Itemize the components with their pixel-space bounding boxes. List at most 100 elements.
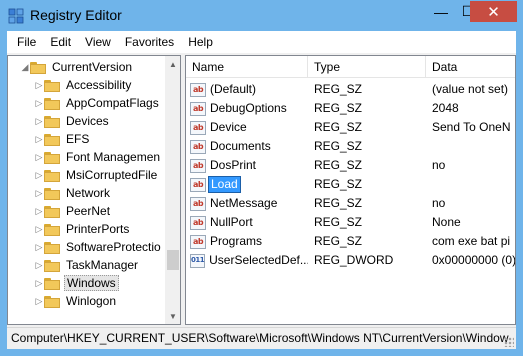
tree-item[interactable]: ▷ Font Managemen — [34, 148, 162, 166]
collapsed-arrow-icon[interactable]: ▷ — [34, 220, 44, 238]
value-name: (Default) — [210, 82, 257, 96]
column-header-name[interactable]: Name — [186, 56, 308, 78]
string-value-icon: ab — [190, 234, 206, 249]
folder-icon — [44, 241, 60, 254]
value-name-cell: ab Device — [190, 118, 308, 137]
title-bar[interactable]: Registry Editor — ☐ ✕ — [0, 0, 523, 31]
tree-item[interactable]: ▷ Devices — [34, 112, 111, 130]
list-item[interactable]: ab NetMessage REG_SZ no — [186, 194, 515, 213]
folder-icon — [44, 151, 60, 164]
tree-item[interactable]: ▷ EFS — [34, 130, 91, 148]
binary-value-icon: 011 — [190, 253, 206, 268]
collapsed-arrow-icon[interactable]: ▷ — [34, 130, 44, 148]
menu-view[interactable]: View — [78, 31, 118, 53]
folder-icon — [44, 115, 60, 128]
list-item[interactable]: ab NullPort REG_SZ None — [186, 213, 515, 232]
column-header-data[interactable]: Data — [426, 56, 515, 78]
value-type-cell: REG_SZ — [314, 234, 363, 248]
folder-icon — [44, 133, 60, 146]
menu-edit[interactable]: Edit — [43, 31, 78, 53]
status-path: Computer\HKEY_CURRENT_USER\Software\Micr… — [11, 331, 509, 345]
collapsed-arrow-icon[interactable]: ▷ — [34, 274, 44, 292]
collapsed-arrow-icon[interactable]: ▷ — [34, 112, 44, 130]
collapsed-arrow-icon[interactable]: ▷ — [34, 148, 44, 166]
values-list-pane[interactable]: Name Type Data ab (Default) REG_SZ (value n… — [185, 55, 516, 325]
folder-icon — [44, 169, 60, 182]
value-name: Device — [210, 120, 247, 134]
tree-item-label: SoftwareProtectio — [66, 240, 161, 254]
folder-icon — [30, 61, 46, 74]
tree-item-label: MsiCorruptedFile — [66, 168, 158, 182]
value-type-cell: REG_DWORD — [314, 253, 394, 267]
tree-item-label: CurrentVersion — [52, 60, 133, 74]
tree-item[interactable]: ▷ Winlogon — [34, 292, 118, 310]
folder-icon — [44, 223, 60, 236]
client-area: File Edit View Favorites Help ◢ CurrentVe… — [7, 31, 516, 349]
folder-icon — [44, 277, 60, 290]
menu-help[interactable]: Help — [181, 31, 220, 53]
tree-item[interactable]: ▷ MsiCorruptedFile — [34, 166, 159, 184]
collapsed-arrow-icon[interactable]: ▷ — [34, 256, 44, 274]
list-item[interactable]: ab DosPrint REG_SZ no — [186, 156, 515, 175]
tree-item[interactable]: ▷ PeerNet — [34, 202, 112, 220]
collapsed-arrow-icon[interactable]: ▷ — [34, 238, 44, 256]
resize-grip-icon[interactable] — [504, 337, 514, 347]
tree-item[interactable]: ▷ Windows — [34, 274, 119, 292]
expanded-arrow-icon[interactable]: ◢ — [20, 58, 30, 76]
tree-item-label: PrinterPorts — [66, 222, 130, 236]
string-value-icon: ab — [190, 196, 206, 211]
close-button[interactable]: ✕ — [470, 1, 517, 22]
tree-item[interactable]: ▷ TaskManager — [34, 256, 140, 274]
menu-favorites[interactable]: Favorites — [118, 31, 181, 53]
tree-item[interactable]: ▷ PrinterPorts — [34, 220, 131, 238]
collapsed-arrow-icon[interactable]: ▷ — [34, 184, 44, 202]
collapsed-arrow-icon[interactable]: ▷ — [34, 166, 44, 184]
tree-item[interactable]: ▷ Accessibility — [34, 76, 133, 94]
value-name-cell: ab (Default) — [190, 80, 308, 99]
collapsed-arrow-icon[interactable]: ▷ — [34, 292, 44, 310]
string-value-icon: ab — [190, 120, 206, 135]
value-name-cell: 011 UserSelectedDef... — [190, 251, 308, 270]
list-item[interactable]: ab Load REG_SZ — [186, 175, 515, 194]
menu-bar: File Edit View Favorites Help — [7, 31, 516, 53]
tree-item[interactable]: ▷ SoftwareProtectio — [34, 238, 163, 256]
folder-icon — [44, 187, 60, 200]
collapsed-arrow-icon[interactable]: ▷ — [34, 202, 44, 220]
tree-scroll-thumb[interactable] — [167, 250, 179, 270]
collapsed-arrow-icon[interactable]: ▷ — [34, 94, 44, 112]
value-name-cell: ab DosPrint — [190, 156, 308, 175]
close-icon: ✕ — [487, 3, 500, 21]
value-type-cell: REG_SZ — [314, 196, 363, 210]
status-bar: Computer\HKEY_CURRENT_USER\Software\Micr… — [7, 327, 516, 349]
string-value-icon: ab — [190, 82, 206, 97]
value-name: NetMessage — [210, 196, 278, 210]
list-item[interactable]: ab (Default) REG_SZ (value not set) — [186, 80, 515, 99]
tree-vertical-scrollbar[interactable]: ▲ ▼ — [165, 56, 180, 324]
menu-file[interactable]: File — [10, 31, 43, 53]
value-name: Programs — [210, 234, 263, 248]
value-data-cell — [432, 175, 515, 194]
scroll-up-arrow-icon[interactable]: ▲ — [165, 56, 180, 72]
value-name: UserSelectedDef... — [209, 253, 308, 267]
value-type-cell: REG_SZ — [314, 82, 363, 96]
list-item[interactable]: ab Programs REG_SZ com exe bat pi — [186, 232, 515, 251]
key-tree-pane[interactable]: ◢ CurrentVersion ▷ Accessibility ▷ AppCompatF… — [7, 55, 181, 325]
list-item[interactable]: ab Documents REG_SZ — [186, 137, 515, 156]
tree-item-label: Accessibility — [66, 78, 132, 92]
list-item[interactable]: ab DebugOptions REG_SZ 2048 — [186, 99, 515, 118]
list-item[interactable]: ab Device REG_SZ Send To OneN — [186, 118, 515, 137]
tree-item[interactable]: ◢ CurrentVersion — [20, 58, 134, 76]
tree-item-label: Winlogon — [66, 294, 117, 308]
folder-icon — [44, 259, 60, 272]
value-name-edit-field[interactable]: Load — [208, 176, 241, 193]
tree-item-label: EFS — [66, 132, 90, 146]
tree-item[interactable]: ▷ AppCompatFlags — [34, 94, 161, 112]
tree-item[interactable]: ▷ Network — [34, 184, 112, 202]
minimize-button[interactable]: — — [428, 1, 454, 22]
scroll-down-arrow-icon[interactable]: ▼ — [165, 308, 180, 324]
value-name-cell: ab NullPort — [190, 213, 308, 232]
collapsed-arrow-icon[interactable]: ▷ — [34, 76, 44, 94]
folder-icon — [44, 79, 60, 92]
column-header-type[interactable]: Type — [308, 56, 426, 78]
list-item[interactable]: 011 UserSelectedDef... REG_DWORD 0x00000000… — [186, 251, 515, 270]
